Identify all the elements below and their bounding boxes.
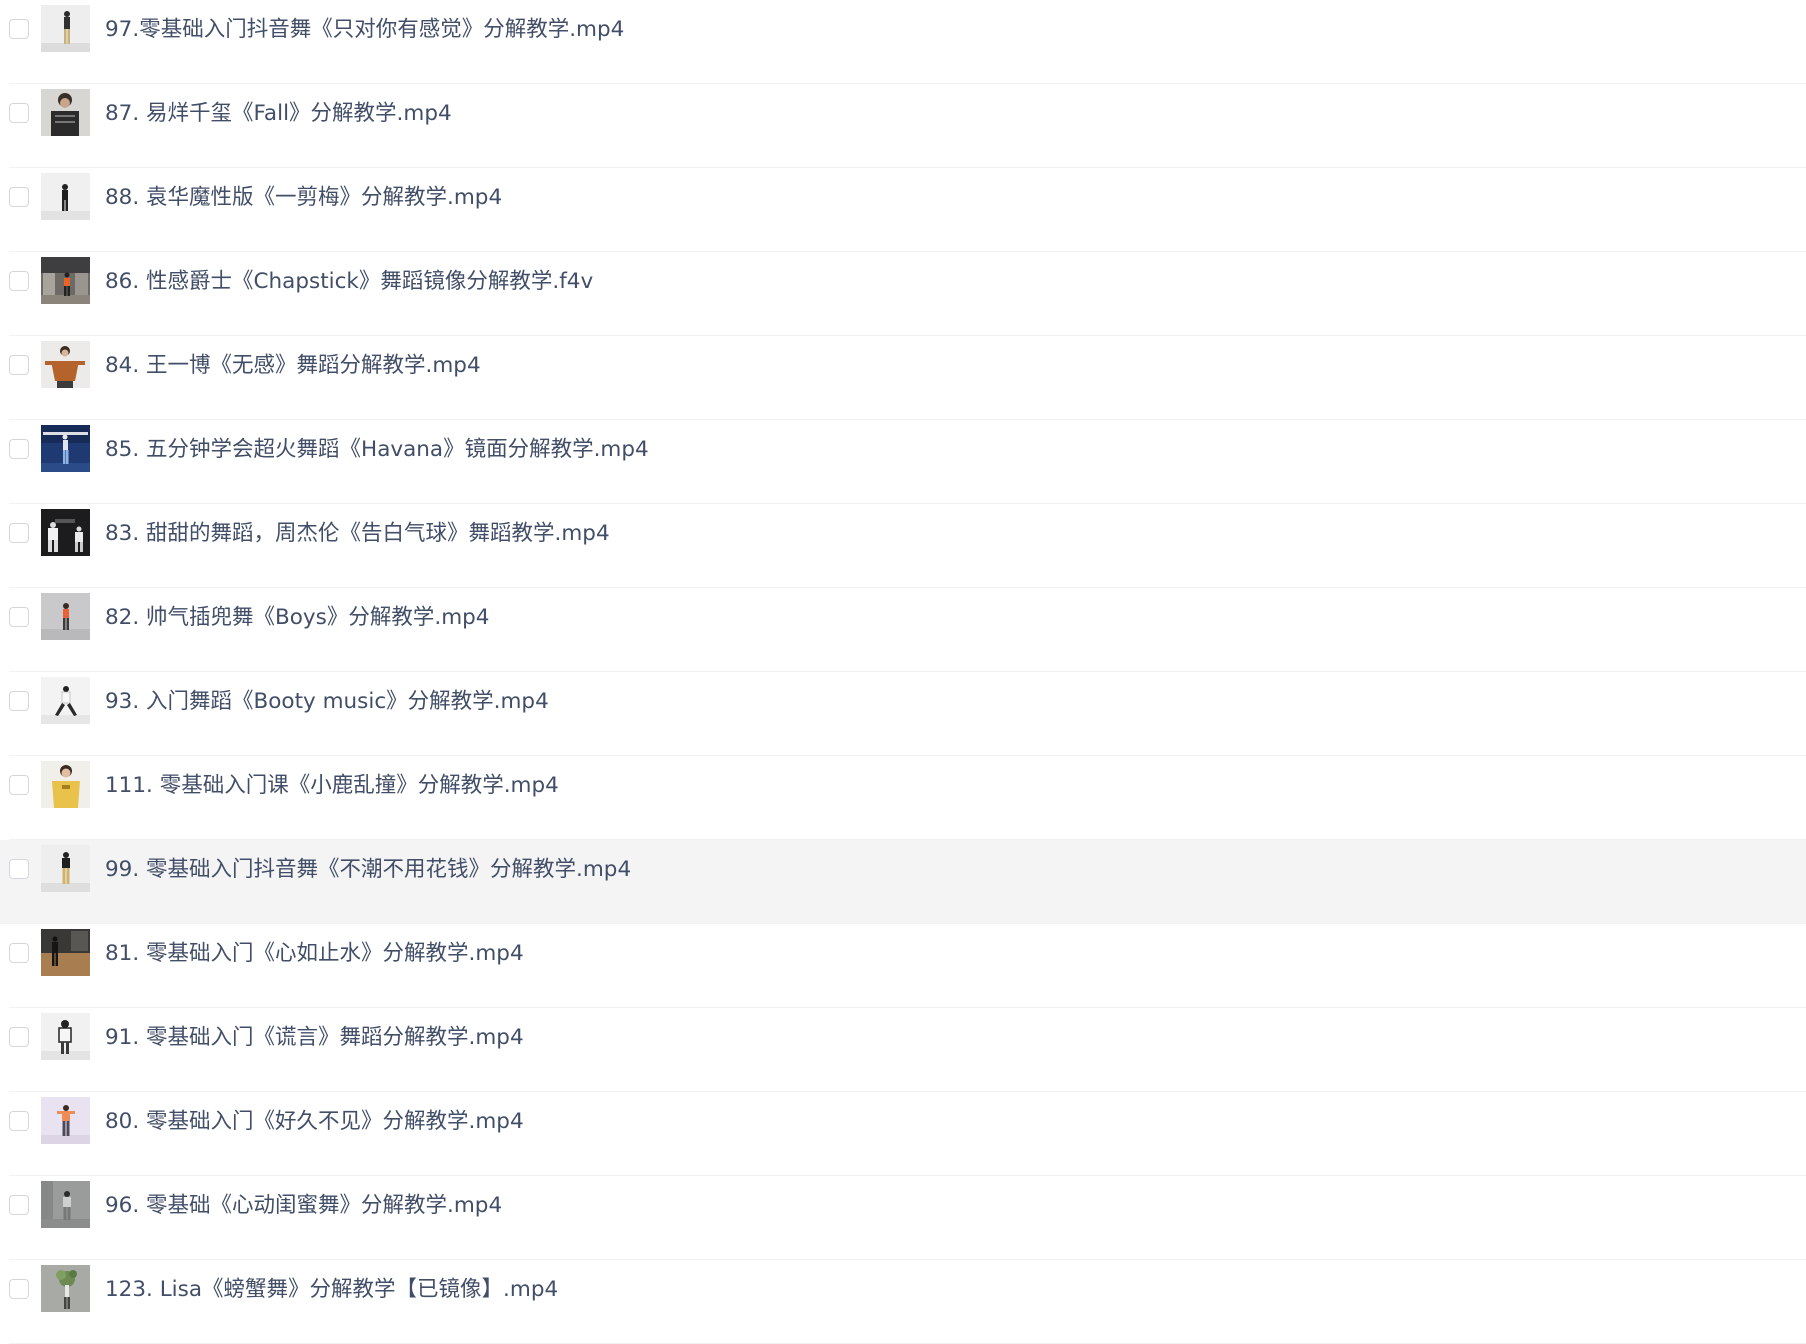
video-thumbnail[interactable] <box>41 677 90 724</box>
file-row[interactable]: 83. 甜甜的舞蹈，周杰伦《告白气球》舞蹈教学.mp4 <box>9 504 1806 588</box>
file-row[interactable]: 80. 零基础入门《好久不见》分解教学.mp4 <box>9 1092 1806 1176</box>
file-row[interactable]: 93. 入门舞蹈《Booty music》分解教学.mp4 <box>9 672 1806 756</box>
file-checkbox[interactable] <box>9 1027 29 1047</box>
file-checkbox[interactable] <box>9 1195 29 1215</box>
video-thumbnail[interactable] <box>41 173 90 220</box>
file-checkbox[interactable] <box>9 523 29 543</box>
file-name[interactable]: 87. 易烊千玺《Fall》分解教学.mp4 <box>105 99 452 128</box>
file-checkbox[interactable] <box>9 355 29 375</box>
video-thumbnail[interactable] <box>41 5 90 52</box>
file-row[interactable]: 84. 王一博《无感》舞蹈分解教学.mp4 <box>9 336 1806 420</box>
file-name[interactable]: 85. 五分钟学会超火舞蹈《Havana》镜面分解教学.mp4 <box>105 435 649 464</box>
file-name[interactable]: 86. 性感爵士《Chapstick》舞蹈镜像分解教学.f4v <box>105 267 593 296</box>
file-row[interactable]: 91. 零基础入门《谎言》舞蹈分解教学.mp4 <box>9 1008 1806 1092</box>
file-name[interactable]: 111. 零基础入门课《小鹿乱撞》分解教学.mp4 <box>105 771 559 800</box>
video-thumbnail[interactable] <box>41 761 90 808</box>
file-name[interactable]: 91. 零基础入门《谎言》舞蹈分解教学.mp4 <box>105 1023 524 1052</box>
file-checkbox[interactable] <box>9 1279 29 1299</box>
file-checkbox[interactable] <box>9 187 29 207</box>
file-checkbox[interactable] <box>9 103 29 123</box>
file-checkbox[interactable] <box>9 19 29 39</box>
video-thumbnail[interactable] <box>41 929 90 976</box>
file-name[interactable]: 88. 袁华魔性版《一剪梅》分解教学.mp4 <box>105 183 502 212</box>
video-thumbnail[interactable] <box>41 1181 90 1228</box>
file-row[interactable]: 86. 性感爵士《Chapstick》舞蹈镜像分解教学.f4v <box>9 252 1806 336</box>
file-row[interactable]: 81. 零基础入门《心如止水》分解教学.mp4 <box>9 924 1806 1008</box>
file-name[interactable]: 83. 甜甜的舞蹈，周杰伦《告白气球》舞蹈教学.mp4 <box>105 519 610 548</box>
file-name[interactable]: 84. 王一博《无感》舞蹈分解教学.mp4 <box>105 351 481 380</box>
video-thumbnail[interactable] <box>41 509 90 556</box>
file-checkbox[interactable] <box>9 271 29 291</box>
file-row-hovered[interactable]: 99. 零基础入门抖音舞《不潮不用花钱》分解教学.mp4 <box>0 840 1806 924</box>
video-thumbnail[interactable] <box>41 1265 90 1312</box>
file-name[interactable]: 80. 零基础入门《好久不见》分解教学.mp4 <box>105 1107 524 1136</box>
video-thumbnail[interactable] <box>41 89 90 136</box>
file-row[interactable]: 88. 袁华魔性版《一剪梅》分解教学.mp4 <box>9 168 1806 252</box>
video-thumbnail[interactable] <box>41 425 90 472</box>
video-thumbnail[interactable] <box>41 1013 90 1060</box>
file-row[interactable]: 96. 零基础《心动闺蜜舞》分解教学.mp4 <box>9 1176 1806 1260</box>
file-row[interactable]: 111. 零基础入门课《小鹿乱撞》分解教学.mp4 <box>9 756 1806 840</box>
video-thumbnail[interactable] <box>41 257 90 304</box>
file-row[interactable]: 85. 五分钟学会超火舞蹈《Havana》镜面分解教学.mp4 <box>9 420 1806 504</box>
file-name[interactable]: 99. 零基础入门抖音舞《不潮不用花钱》分解教学.mp4 <box>105 855 631 884</box>
video-thumbnail[interactable] <box>41 1097 90 1144</box>
file-row[interactable]: 97.零基础入门抖音舞《只对你有感觉》分解教学.mp4 <box>9 0 1806 84</box>
file-checkbox[interactable] <box>9 775 29 795</box>
file-row[interactable]: 82. 帅气插兜舞《Boys》分解教学.mp4 <box>9 588 1806 672</box>
file-row[interactable]: 123. Lisa《螃蟹舞》分解教学【已镜像】.mp4 <box>9 1260 1806 1344</box>
file-name[interactable]: 82. 帅气插兜舞《Boys》分解教学.mp4 <box>105 603 489 632</box>
file-checkbox[interactable] <box>9 607 29 627</box>
file-checkbox[interactable] <box>9 691 29 711</box>
file-checkbox[interactable] <box>9 859 29 879</box>
file-name[interactable]: 93. 入门舞蹈《Booty music》分解教学.mp4 <box>105 687 549 716</box>
video-thumbnail[interactable] <box>41 845 90 892</box>
file-name[interactable]: 96. 零基础《心动闺蜜舞》分解教学.mp4 <box>105 1191 502 1220</box>
file-checkbox[interactable] <box>9 439 29 459</box>
video-thumbnail[interactable] <box>41 341 90 388</box>
file-name[interactable]: 97.零基础入门抖音舞《只对你有感觉》分解教学.mp4 <box>105 15 624 44</box>
file-checkbox[interactable] <box>9 1111 29 1131</box>
file-row[interactable]: 87. 易烊千玺《Fall》分解教学.mp4 <box>9 84 1806 168</box>
file-checkbox[interactable] <box>9 943 29 963</box>
file-name[interactable]: 81. 零基础入门《心如止水》分解教学.mp4 <box>105 939 524 968</box>
video-thumbnail[interactable] <box>41 593 90 640</box>
file-name[interactable]: 123. Lisa《螃蟹舞》分解教学【已镜像】.mp4 <box>105 1275 558 1304</box>
file-list: 97.零基础入门抖音舞《只对你有感觉》分解教学.mp4 87. 易烊千玺《Fal… <box>0 0 1806 1344</box>
